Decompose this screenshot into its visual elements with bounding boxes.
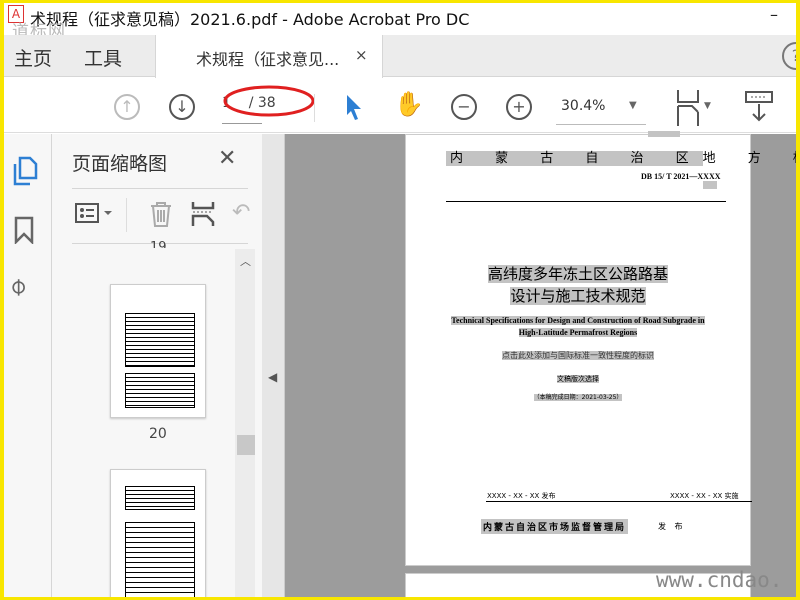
page-input-underline [222,123,262,124]
english-title-line-1: Technical Specifications for Design and … [451,316,705,325]
previous-page-icon[interactable]: ↑ [114,94,140,120]
divider [72,188,248,189]
zoom-in-icon[interactable]: + [506,94,532,120]
english-title: Technical Specifications for Design and … [406,315,750,339]
bookmark-icon[interactable] [14,216,34,244]
tab-tools[interactable]: 工具 [84,44,122,71]
issue-label: 发 布 [658,522,686,531]
thumbnails-panel: 页面缩略图 ✕ ↶ 19 20 ︿ [52,134,262,597]
header-type: 地 方 标 准 [702,151,796,166]
header-region: 内 蒙 古 自 治 区 [446,151,703,166]
highlight-field [648,131,680,137]
thumbnail-label: 20 [149,426,167,442]
tab-bar: 主页 工具 术规程（征求意见... × ? [4,35,796,78]
zoom-underline [556,124,646,125]
publish-date: XXXX - XX - XX 发布 [487,492,556,500]
panel-title: 页面缩略图 [72,153,168,175]
page-thumbnails-icon[interactable] [12,156,38,186]
acrobat-window: A 术规程（征求意见稿）2021.6.pdf - Adobe Acrobat P… [4,3,796,597]
tab-document-label: 术规程（征求意见... [196,50,340,69]
tab-close-button[interactable]: × [355,46,368,64]
red-annotation-ellipse [223,85,315,117]
help-icon[interactable]: ? [782,42,796,70]
attachment-icon[interactable]: ⌀ [4,271,32,301]
chevron-down-icon[interactable]: ▼ [629,100,637,111]
implement-date: XXXX - XX - XX 实施 [670,492,739,500]
toolbar-divider [314,94,315,122]
tab-home[interactable]: 主页 [14,44,52,71]
page-thumbnail-21[interactable] [110,469,206,597]
tab-document[interactable]: 术规程（征求意见... × [155,35,383,78]
rotate-page-icon[interactable]: ↶ [232,200,250,225]
collapse-left-icon[interactable]: ◀ [268,370,277,384]
insert-page-icon[interactable] [190,200,216,228]
thumbnail-scrollbar[interactable]: ︿ [235,249,255,597]
version-text: 文稿版次选择 [557,375,599,383]
title-line-1: 高纬度多年冻土区公路路基 [487,265,668,283]
footer-rule [486,501,752,502]
navigation-rail: ⌀ [4,134,52,597]
consistency-text: 点击此处添加与国际标准一致性程度的标识 [502,351,654,360]
standard-code: DB 15/ T 2021—XXXX [641,172,721,181]
title-bar: A 术规程（征求意见稿）2021.6.pdf - Adobe Acrobat P… [4,3,796,42]
window-title: 术规程（征求意见稿）2021.6.pdf - Adobe Acrobat Pro… [30,10,470,29]
fit-page-icon[interactable]: ▼ [674,88,724,130]
header-standard: 内 蒙 古 自 治 区地 方 标 准 [446,147,796,166]
select-arrow-icon[interactable] [344,93,364,121]
svg-text:▼: ▼ [704,101,711,111]
thumbnail-options-icon[interactable] [74,200,116,228]
page-thumbnail-20[interactable] [110,284,206,418]
english-title-line-2: High-Latitude Permafrost Regions [518,328,638,337]
divider [126,198,127,232]
thumbnail-table [125,373,195,408]
toolbar: ↑ ↓ 1 / 38 ✋ − + 30.4% ▼ ▼ [4,78,796,133]
consistency-note: 点击此处添加与国际标准一致性程度的标识 [406,350,750,361]
zoom-level-dropdown[interactable]: 30.4% [561,98,605,114]
draft-date: （本稿完成日期：2021-03-25） [406,392,750,401]
pdf-page-1: 内 蒙 古 自 治 区地 方 标 准 DB 15/ T 2021—XXXX 高纬… [405,131,796,566]
scrollbar-thumb[interactable] [237,435,255,455]
draft-date-text: （本稿完成日期：2021-03-25） [533,394,623,401]
title-line-2: 设计与施工技术规范 [510,287,646,305]
hand-tool-icon[interactable]: ✋ [394,90,424,118]
highlight-field [703,181,717,189]
issuing-authority: 内蒙古自治区市场监督管理局 [481,519,629,534]
header-rule [446,201,726,202]
panel-close-button[interactable]: ✕ [218,146,236,171]
watermark-url: www.cndao. [656,568,783,592]
scroll-mode-icon[interactable] [744,90,774,124]
thumbnail-label: 19 [150,240,167,248]
thumbnail-table [125,522,195,597]
thumbnail-table [125,313,195,367]
zoom-out-icon[interactable]: − [451,94,477,120]
thumbnail-table [125,486,195,510]
minimize-button[interactable]: – [770,5,778,24]
document-title: 高纬度多年冻土区公路路基 设计与施工技术规范 [406,263,750,307]
document-viewport: 内 蒙 古 自 治 区地 方 标 准 DB 15/ T 2021—XXXX 高纬… [285,131,796,597]
scroll-up-icon[interactable]: ︿ [240,253,251,269]
panel-collapse-strip[interactable]: ◀ [262,134,285,597]
version-select: 文稿版次选择 [406,374,750,384]
delete-page-icon[interactable] [148,200,174,228]
next-page-icon[interactable]: ↓ [169,94,195,120]
